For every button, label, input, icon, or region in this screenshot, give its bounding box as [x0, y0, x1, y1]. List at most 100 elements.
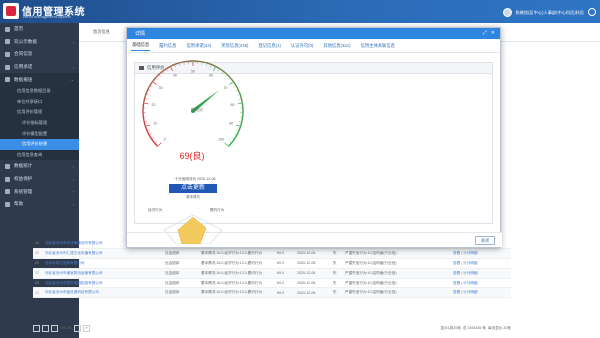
tab-rewards[interactable]: 奖惩信息(448) [220, 41, 249, 51]
sidebar-item-double-public[interactable]: 双公示数据 ‹ [0, 36, 79, 49]
tab-performance[interactable]: 履约信息 [158, 41, 177, 51]
sidebar-subitem-model[interactable]: 评价模型配置 [0, 128, 79, 139]
row-name[interactable]: 河北省沧州市通宝物流运输有限公司 [43, 271, 163, 276]
gauge-arc-segment [215, 65, 222, 71]
gauge-arc-segment [146, 86, 150, 93]
row-actions[interactable]: 查看 | 计分明细 [451, 251, 491, 256]
gauge-minor-tick [174, 65, 176, 68]
row-name[interactable]: 河北省沧州市国安电器制造有限公司 [43, 281, 163, 286]
sidebar-item-home[interactable]: 首页 [0, 23, 79, 36]
row-name[interactable]: 河北省沧州市鑫信源科技有限公司 [43, 290, 163, 295]
user-menu[interactable]: 陈晓欣(区中心)人事部(中心科员)科员 [502, 8, 584, 17]
table-row[interactable]: 22 河北省沧州市通宝物流运输有限公司 社会团体 基本情况:16.0,经济行为:… [33, 268, 511, 279]
sidebar-item-rights[interactable]: 权益保护 ‹ [0, 173, 79, 186]
row-name[interactable]: 沧州市泰达宏润有限公司 [43, 261, 163, 266]
row-summary: 基本情况:16.0,经济行为:13.0,履约行为 [201, 290, 263, 295]
row-type: 社会团体 [165, 290, 180, 295]
sidebar-item-stats[interactable]: 数据统计 ‹ [0, 160, 79, 173]
row-score: 69.0 [277, 281, 284, 285]
gauge-arc-segment [237, 126, 242, 133]
row-actions[interactable]: 查看 | 计分明细 [451, 281, 491, 286]
last-page-button[interactable]: » [83, 324, 90, 332]
tab-commitment[interactable]: 信用承诺(44) [185, 41, 212, 51]
row-type: 社会团体 [165, 280, 180, 285]
gauge-arc-segment [142, 114, 145, 121]
table-row[interactable]: 24 河北省沧州市鑫信源科技有限公司 社会团体 基本情况:16.0,经济行为:1… [33, 288, 511, 299]
gauge-arc-segment [175, 61, 182, 65]
first-page-button[interactable]: « [33, 324, 40, 332]
gauge-minor-tick [210, 65, 212, 68]
tab-related[interactable]: 信用主体关联信息 [360, 41, 396, 51]
sidebar-subitem-query[interactable]: 信用信息查询 [0, 149, 79, 161]
tab-registration[interactable]: 登记信息(1) [257, 41, 281, 51]
avatar[interactable] [502, 8, 512, 17]
app-subtitle: credit management system [23, 15, 71, 19]
gauge-minor-tick [149, 133, 152, 135]
tab-other[interactable]: 其他信息(321) [322, 41, 351, 51]
next-page-button[interactable]: › [74, 324, 81, 332]
row-date: 2020-12-06 [297, 290, 316, 295]
tab-license[interactable]: 认证许可(0) [290, 41, 314, 51]
gauge-label: 信用分 [191, 107, 203, 112]
sidebar-item-commitment[interactable]: 信用承诺 ‹ [0, 61, 79, 74]
gauge-arc-segment [148, 81, 154, 87]
close-button[interactable]: 关闭 [475, 236, 495, 245]
maximize-icon[interactable]: ⤢ [483, 30, 487, 36]
refresh-button[interactable]: 点击更新 [169, 184, 217, 193]
power-icon[interactable] [588, 8, 596, 16]
sidebar-item-contract[interactable]: 合同信息 [0, 48, 79, 61]
credit-gauge: 0 10 20 30 40 50 60 70 80 90 100 [142, 60, 244, 147]
page-total: 456.49 [60, 326, 71, 330]
row-no: 20 [35, 251, 39, 256]
row-actions[interactable]: 查看 | 计分明细 [451, 290, 491, 295]
row-remark: 严重失信行为:10,结构面(行业信) [345, 290, 397, 295]
row-score: 69.0 [277, 251, 284, 256]
row-actions[interactable]: 查看 | 计分明细 [451, 271, 491, 276]
credit-score: 69(良) [179, 151, 205, 161]
gauge-arc-segment [155, 72, 161, 78]
close-icon[interactable]: ✕ [491, 30, 495, 36]
gauge-minor-tick [155, 140, 157, 143]
sidebar-subitem-evaluation[interactable]: 信用评价管理 [0, 107, 79, 118]
gauge-minor-tick [229, 140, 231, 143]
row-summary: 基本情况:16.0,经济行为:13.0,履约行为 [201, 250, 263, 255]
row-summary: 基本情况:16.0,经济行为:13.0,履约行为 [201, 270, 263, 275]
gauge-minor-tick [231, 137, 234, 139]
gauge-minor-tick [236, 129, 239, 131]
row-name[interactable]: 河北省沧州市汇德文化传播有限公司 [43, 251, 163, 256]
gauge-minor-tick [235, 89, 238, 92]
sidebar-item-system[interactable]: 系统管理 ‹ [0, 185, 79, 198]
prev-page-button[interactable]: ‹ [42, 324, 49, 332]
gauge-arc-segment [232, 81, 238, 87]
table-row[interactable]: 20 河北省沧州市汇德文化传播有限公司 社会团体 基本情况:16.0,经济行为:… [33, 248, 511, 259]
gauge-minor-tick [233, 85, 236, 88]
gauge-arc-segment [229, 76, 235, 83]
row-actions[interactable]: 查看 | 计分明细 [451, 261, 491, 266]
row-type: 社会团体 [165, 260, 180, 265]
sidebar-subitem-interface[interactable]: 单位共享接口 [0, 96, 79, 108]
sidebar-subitem-catalog[interactable]: 信用信息数据目录 [0, 85, 79, 97]
gauge-minor-tick [152, 137, 155, 139]
table-row[interactable]: 21 沧州市泰达宏润有限公司 社会团体 基本情况:16.0,经济行为:13.0,… [33, 259, 511, 269]
chevron-down-icon: ⌄ [70, 77, 74, 83]
gauge-arc-segment [236, 86, 240, 93]
sidebar-item-help[interactable]: 帮助 ‹ [0, 198, 79, 211]
tab-home[interactable]: 首页信息 [89, 27, 114, 37]
shield-icon [5, 176, 10, 182]
gauge-minor-tick [218, 69, 220, 72]
table-row[interactable]: 23 河北省沧州市国安电器制造有限公司 社会团体 基本情况:16.0,经济行为:… [33, 279, 511, 289]
page-input[interactable]: 1 [51, 324, 58, 332]
sidebar-item-label: 信用承诺 [14, 64, 33, 70]
top-header: 信用管理系统 credit management system 陈晓欣(区中心)… [0, 0, 600, 23]
radar-area [177, 216, 207, 244]
gauge-minor-tick [234, 133, 237, 135]
sidebar-subitem-index[interactable]: 评价指标管理 [0, 117, 79, 129]
gauge-arc-segment [225, 72, 231, 78]
gauge-minor-tick [156, 78, 158, 81]
page-info: 显示1到20条, 总 2453445 条, 每页显示 20条 [440, 325, 511, 330]
gauge-tick-label: 90 [229, 122, 233, 126]
sidebar-item-data-report[interactable]: 数据报送 ⌄ [0, 73, 79, 86]
sidebar-subitem-result[interactable]: 信用评价结果 [0, 138, 79, 150]
row-score: 69.0 [277, 261, 284, 266]
user-name[interactable]: 陈晓欣(区中心)人事部(中心科员)科员 [516, 10, 584, 16]
